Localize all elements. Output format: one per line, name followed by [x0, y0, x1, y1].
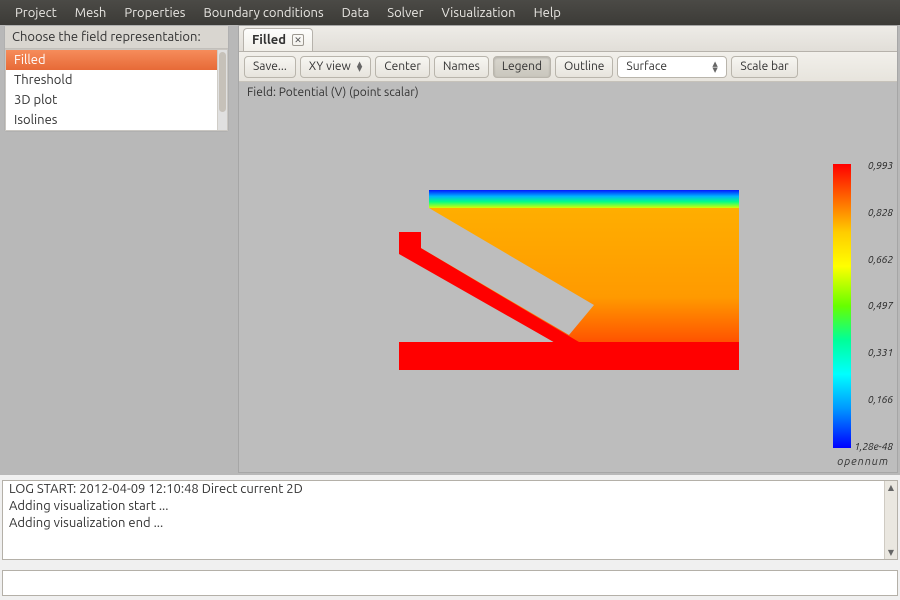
scroll-up-icon[interactable]: ▲	[885, 481, 897, 494]
legend-button[interactable]: Legend	[493, 56, 551, 78]
menu-properties[interactable]: Properties	[115, 3, 194, 23]
field-representation-list[interactable]: Filled Threshold 3D plot Isolines	[5, 49, 228, 131]
log-scrollbar[interactable]: ▲ ▼	[884, 481, 897, 559]
workarea: Choose the field representation: Filled …	[0, 25, 900, 475]
log-line: Adding visualization end ...	[3, 515, 897, 532]
tab-label: Filled	[252, 33, 286, 47]
scroll-down-icon[interactable]: ▼	[885, 546, 897, 559]
list-scroll-thumb[interactable]	[219, 52, 226, 112]
surface-combo[interactable]: Surface ▲▼	[617, 56, 727, 78]
menu-boundary-conditions[interactable]: Boundary conditions	[194, 3, 332, 23]
colorbar	[833, 164, 851, 448]
menu-project[interactable]: Project	[6, 3, 66, 23]
colorbar-ticks: 0,993 0,828 0,662 0,497 0,331 0,166 1,28…	[854, 160, 893, 452]
render-canvas[interactable]: Field: Potential (V) (point scalar)	[239, 82, 897, 472]
field-representation-panel: Choose the field representation: Filled …	[4, 25, 229, 132]
xyview-label: XY view	[309, 60, 351, 73]
list-item-threshold[interactable]: Threshold	[6, 70, 227, 90]
colorbar-tick: 0,993	[854, 160, 893, 171]
brand-label: opennum	[837, 456, 889, 468]
spinner-icon[interactable]: ▲▼	[712, 59, 722, 75]
list-item-filled[interactable]: Filled	[6, 50, 227, 70]
names-button[interactable]: Names	[434, 56, 489, 78]
colorbar-tick: 0,828	[854, 207, 893, 218]
menu-mesh[interactable]: Mesh	[66, 3, 116, 23]
colorbar-tick: 0,331	[854, 347, 893, 358]
log-line: Adding visualization start ...	[3, 498, 897, 515]
save-button[interactable]: Save...	[244, 56, 296, 78]
scalebar-button[interactable]: Scale bar	[731, 56, 797, 78]
log-line: LOG START: 2012-04-09 12:10:48 Direct cu…	[3, 481, 897, 498]
colorbar-tick: 0,497	[854, 300, 893, 311]
spinner-icon[interactable]: ▲▼	[357, 62, 362, 72]
menu-visualization[interactable]: Visualization	[433, 3, 525, 23]
colorbar-tick: 0,662	[854, 254, 893, 265]
center-button[interactable]: Center	[375, 56, 430, 78]
tab-bar: Filled ✕	[239, 26, 897, 52]
outline-button[interactable]: Outline	[555, 56, 613, 78]
menu-data[interactable]: Data	[333, 3, 379, 23]
list-item-3dplot[interactable]: 3D plot	[6, 90, 227, 110]
xyview-button[interactable]: XY view ▲▼	[300, 56, 371, 78]
list-scrollbar[interactable]	[217, 50, 227, 130]
close-icon[interactable]: ✕	[292, 34, 304, 46]
field-representation-title: Choose the field representation:	[5, 26, 228, 49]
field-plot	[399, 190, 739, 390]
colorbar-tick: 0,166	[854, 394, 893, 405]
command-input[interactable]	[2, 570, 898, 596]
list-item-isolines[interactable]: Isolines	[6, 110, 227, 130]
visualization-toolbar: Save... XY view ▲▼ Center Names Legend O…	[239, 52, 897, 82]
menu-solver[interactable]: Solver	[378, 3, 432, 23]
colorbar-tick: 1,28e-48	[854, 441, 893, 452]
menubar: Project Mesh Properties Boundary conditi…	[0, 0, 900, 25]
visualization-area: Filled ✕ Save... XY view ▲▼ Center Names…	[238, 25, 898, 473]
tab-filled[interactable]: Filled ✕	[243, 28, 313, 51]
log-panel: LOG START: 2012-04-09 12:10:48 Direct cu…	[2, 480, 898, 560]
surface-combo-value: Surface	[626, 60, 667, 73]
menu-help[interactable]: Help	[525, 3, 570, 23]
field-info-label: Field: Potential (V) (point scalar)	[247, 86, 419, 99]
